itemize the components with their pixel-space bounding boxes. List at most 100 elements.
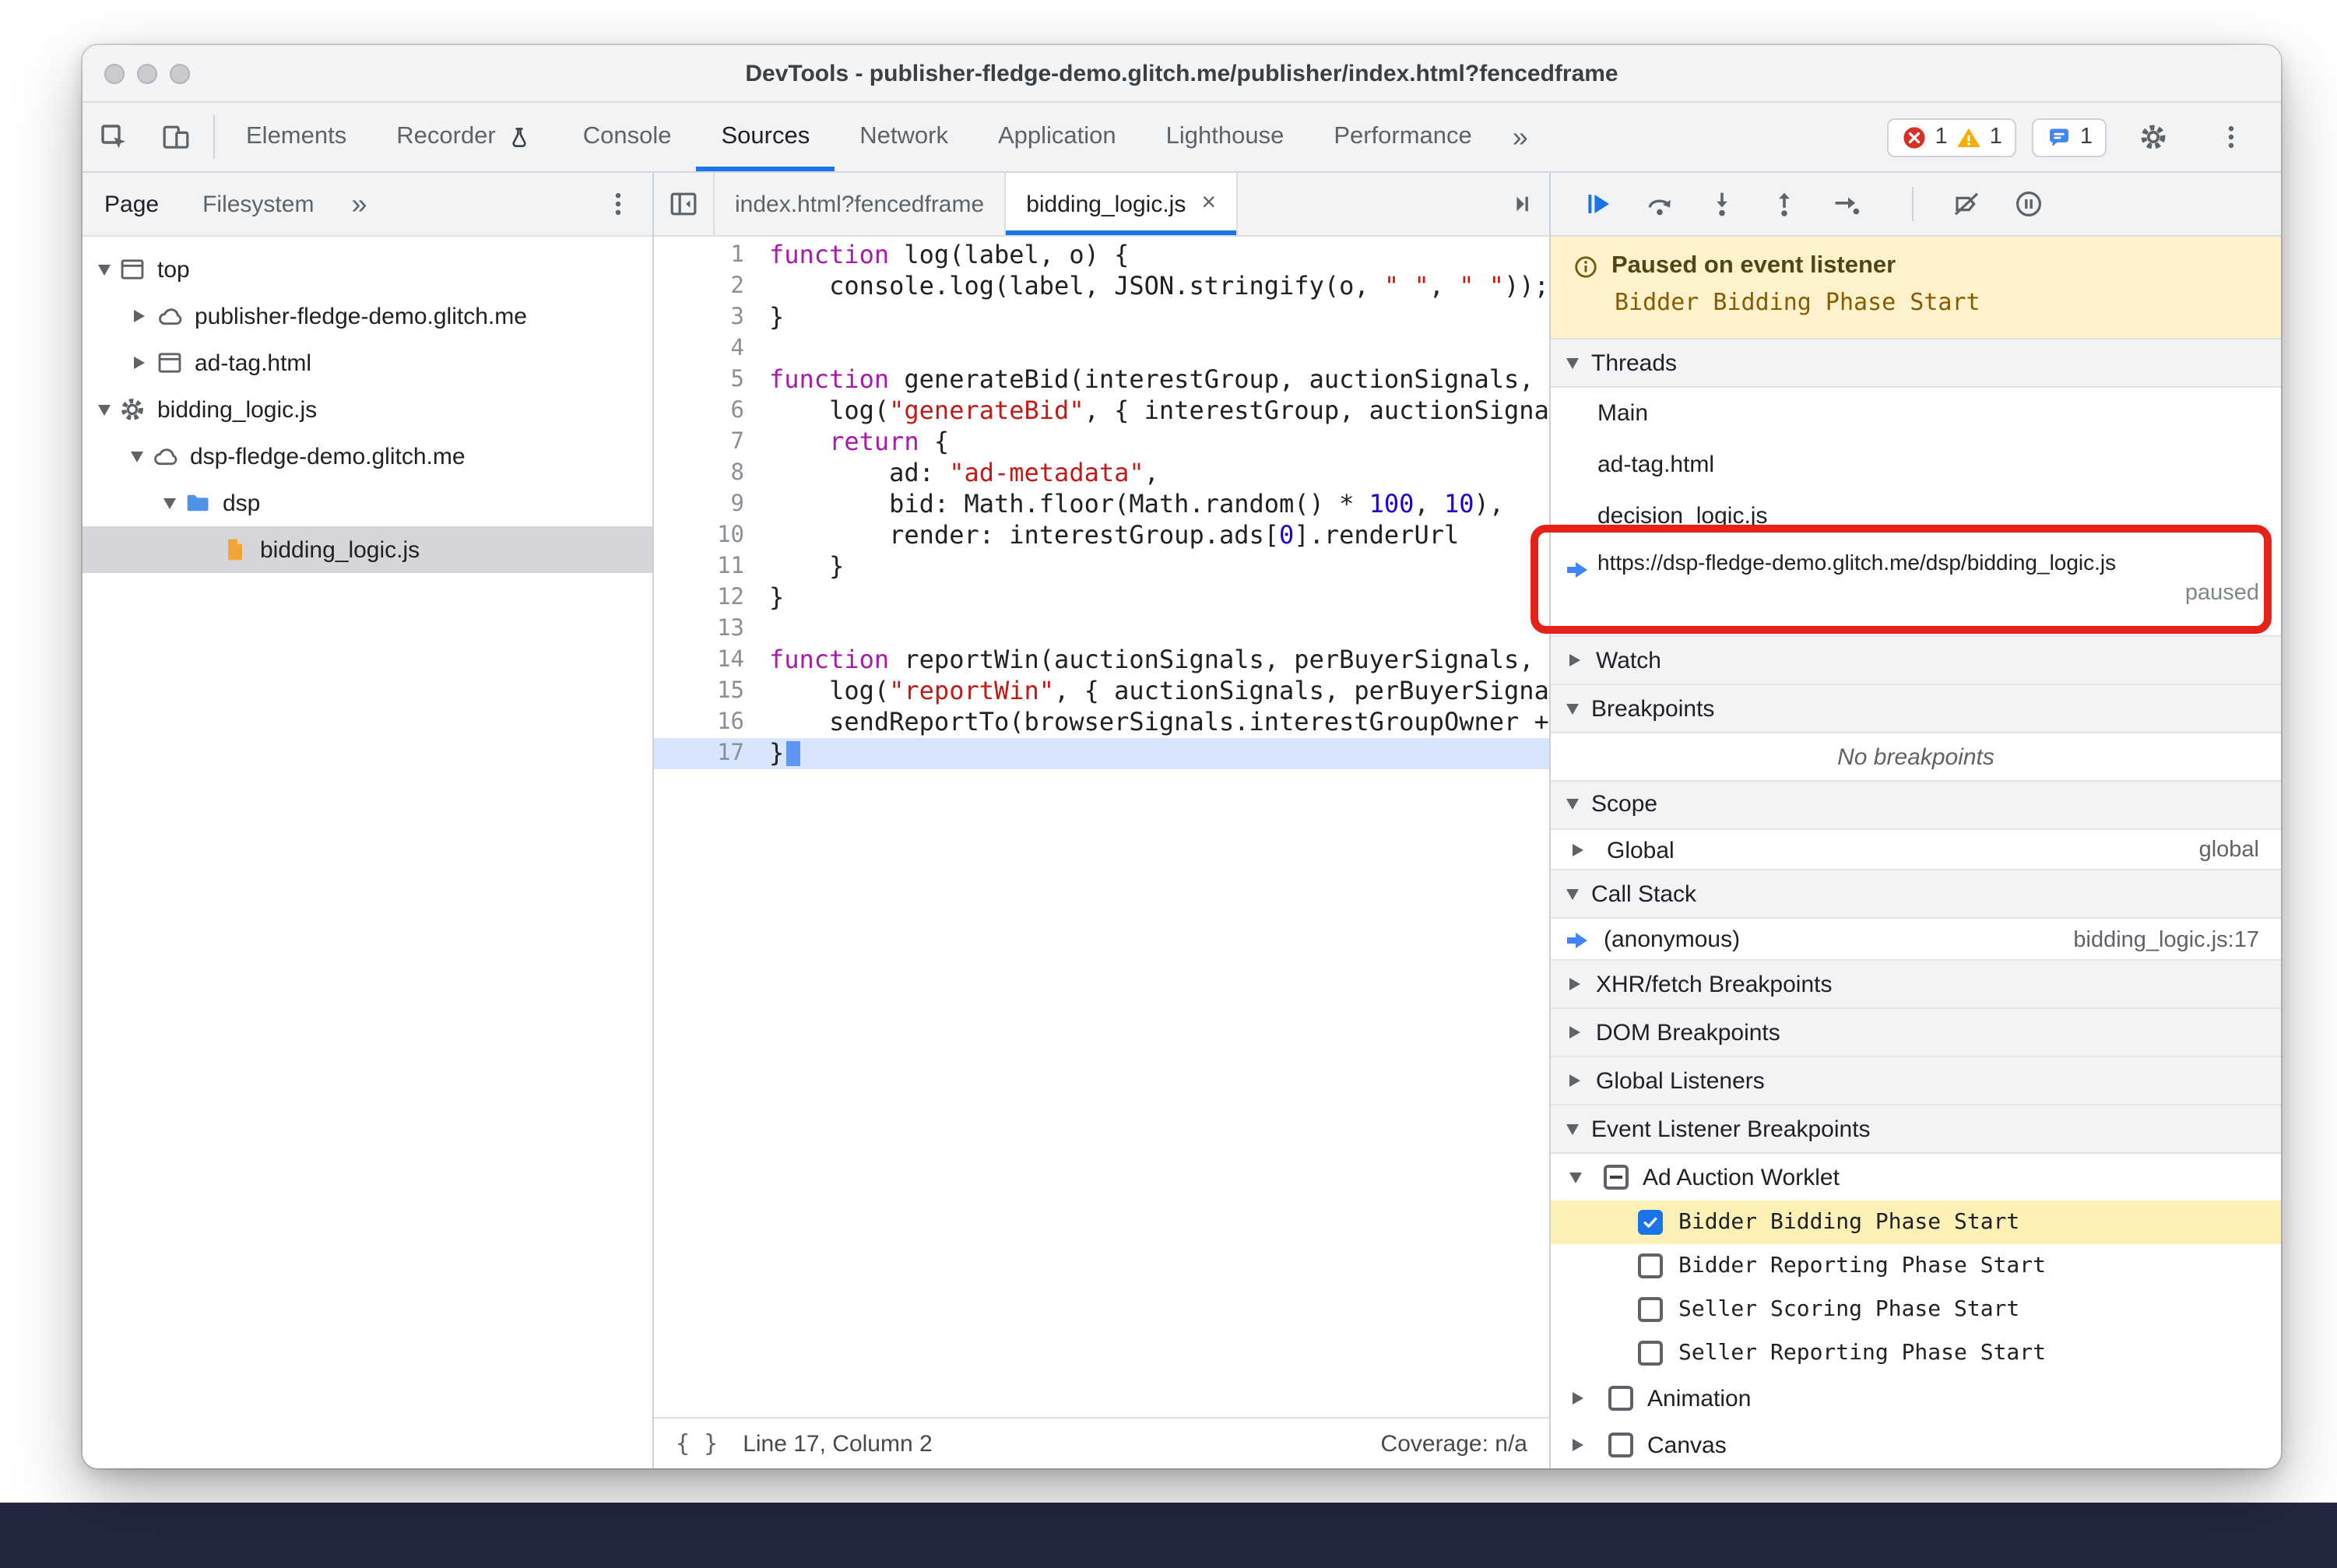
toggle-navigator-button[interactable]	[654, 173, 715, 235]
code-line-14[interactable]: 14 function reportWin(auctionSignals, per…	[654, 645, 1549, 676]
elb-group-ad-auction-worklet[interactable]: Ad Auction Worklet	[1551, 1154, 2281, 1201]
elb-group-animation[interactable]: Animation	[1551, 1375, 2281, 1422]
line-number[interactable]: 13	[654, 613, 766, 645]
code-line-15[interactable]: 15 log("reportWin", { auctionSignals, pe…	[654, 676, 1549, 707]
navigator-tab-page[interactable]: Page	[83, 173, 181, 235]
code-line-8[interactable]: 8 ad: "ad-metadata",	[654, 458, 1549, 489]
tree-item-dsp[interactable]: dsp	[83, 480, 652, 526]
disclosure-closed-icon[interactable]	[134, 310, 145, 322]
checkbox-ad-auction-worklet[interactable]	[1604, 1165, 1629, 1190]
line-number[interactable]: 1	[654, 240, 766, 271]
close-window-button[interactable]	[104, 63, 125, 83]
line-number[interactable]: 10	[654, 520, 766, 551]
elb-event-bidder-bidding-phase-start[interactable]: Bidder Bidding Phase Start	[1551, 1201, 2281, 1244]
navigator-overflow-tabs-button[interactable]: »	[336, 173, 382, 235]
disclosure-open-icon[interactable]	[98, 264, 111, 275]
code-line-4[interactable]: 4	[654, 333, 1549, 364]
step-over-button[interactable]	[1629, 178, 1691, 230]
close-tab-icon[interactable]: ×	[1201, 191, 1216, 216]
disclosure-closed-icon[interactable]	[1573, 1439, 1583, 1451]
elb-event-seller-reporting-phase-start[interactable]: Seller Reporting Phase Start	[1551, 1331, 2281, 1375]
tab-performance[interactable]: Performance	[1309, 103, 1496, 171]
code-line-2[interactable]: 2 console.log(label, JSON.stringify(o, "…	[654, 271, 1549, 302]
scope-section-header[interactable]: Scope	[1551, 779, 2281, 830]
tree-item-bidding-logic-js[interactable]: bidding_logic.js	[83, 386, 652, 433]
code-line-16[interactable]: 16 sendReportTo(browserSignals.interestG…	[654, 707, 1549, 738]
thread-item-main[interactable]: Main	[1551, 388, 2281, 439]
thread-item-https-dsp-fledge-demo-glitch-me-dsp-bidding-logi[interactable]: https://dsp-fledge-demo.glitch.me/dsp/bi…	[1551, 542, 2281, 637]
pause-on-exceptions-button[interactable]	[1998, 178, 2060, 230]
navigator-more-menu-button[interactable]	[584, 173, 652, 235]
call-stack-section-header[interactable]: Call Stack	[1551, 869, 2281, 919]
line-number[interactable]: 12	[654, 582, 766, 613]
line-number[interactable]: 11	[654, 551, 766, 582]
code-line-10[interactable]: 10 render: interestGroup.ads[0].renderUr…	[654, 520, 1549, 551]
call-stack-frame-row[interactable]: (anonymous) bidding_logic.js:17	[1551, 919, 2281, 961]
dom-breakpoints-section-header[interactable]: DOM Breakpoints	[1551, 1007, 2281, 1057]
xhr-breakpoints-section-header[interactable]: XHR/fetch Breakpoints	[1551, 959, 2281, 1009]
more-panels-button[interactable]: »	[1497, 103, 1544, 171]
tab-lighthouse[interactable]: Lighthouse	[1141, 103, 1309, 171]
tab-application[interactable]: Application	[973, 103, 1141, 171]
thread-item-ad-tag-html[interactable]: ad-tag.html	[1551, 439, 2281, 490]
disclosure-closed-icon[interactable]	[1573, 1392, 1583, 1405]
code-line-13[interactable]: 13	[654, 613, 1549, 645]
code-line-3[interactable]: 3}	[654, 302, 1549, 333]
global-listeners-section-header[interactable]: Global Listeners	[1551, 1056, 2281, 1106]
code-line-11[interactable]: 11 }	[654, 551, 1549, 582]
code-editor[interactable]: 1 function log(label, o) {2 console.log(l…	[654, 237, 1549, 1417]
settings-button[interactable]	[2122, 121, 2184, 153]
line-number[interactable]: 5	[654, 364, 766, 396]
code-line-12[interactable]: 12}	[654, 582, 1549, 613]
line-number[interactable]: 14	[654, 645, 766, 676]
tab-recorder[interactable]: Recorder	[371, 103, 558, 171]
editor-tab-index-html-fencedframe[interactable]: index.html?fencedframe	[715, 173, 1007, 235]
thread-item-decision-logic-js[interactable]: decision_logic.js	[1551, 490, 2281, 542]
line-number[interactable]: 2	[654, 271, 766, 302]
main-menu-button[interactable]	[2200, 121, 2262, 153]
editor-tab-options-button[interactable]	[1493, 173, 1549, 235]
disclosure-open-icon[interactable]	[163, 497, 176, 508]
step-button[interactable]	[1815, 178, 1878, 230]
checkbox-seller-reporting-phase-start[interactable]	[1638, 1341, 1663, 1366]
tab-network[interactable]: Network	[835, 103, 973, 171]
line-number[interactable]: 6	[654, 396, 766, 427]
issues-button[interactable]: 1	[2031, 118, 2107, 156]
tree-item-bidding-logic-js[interactable]: bidding_logic.js	[83, 526, 652, 573]
tree-item-publisher-fledge-demo-glitch-me[interactable]: publisher-fledge-demo.glitch.me	[83, 293, 652, 339]
code-line-6[interactable]: 6 log("generateBid", { interestGroup, au…	[654, 396, 1549, 427]
code-line-5[interactable]: 5 function generateBid(interestGroup, auc…	[654, 364, 1549, 396]
navigator-tab-filesystem[interactable]: Filesystem	[181, 173, 336, 235]
line-number[interactable]: 8	[654, 458, 766, 489]
checkbox-canvas[interactable]	[1608, 1433, 1633, 1457]
breakpoints-section-header[interactable]: Breakpoints	[1551, 684, 2281, 733]
elb-group-canvas[interactable]: Canvas	[1551, 1422, 2281, 1468]
deactivate-breakpoints-button[interactable]	[1935, 178, 1998, 230]
line-number[interactable]: 3	[654, 302, 766, 333]
pretty-print-button[interactable]: { }	[676, 1429, 718, 1457]
tab-elements[interactable]: Elements	[221, 103, 371, 171]
inspect-element-button[interactable]	[83, 103, 145, 171]
watch-section-header[interactable]: Watch	[1551, 635, 2281, 685]
disclosure-open-icon[interactable]	[98, 404, 111, 415]
minimize-window-button[interactable]	[137, 63, 157, 83]
code-line-9[interactable]: 9 bid: Math.floor(Math.random() * 100, 1…	[654, 489, 1549, 520]
line-number[interactable]: 15	[654, 676, 766, 707]
tab-console[interactable]: Console	[558, 103, 697, 171]
line-number[interactable]: 17	[654, 738, 766, 769]
disclosure-closed-icon[interactable]	[134, 357, 145, 369]
line-number[interactable]: 16	[654, 707, 766, 738]
threads-section-header[interactable]: Threads	[1551, 338, 2281, 388]
line-number[interactable]: 7	[654, 427, 766, 458]
event-listener-breakpoints-section-header[interactable]: Event Listener Breakpoints	[1551, 1104, 2281, 1154]
elb-event-seller-scoring-phase-start[interactable]: Seller Scoring Phase Start	[1551, 1288, 2281, 1331]
elb-event-bidder-reporting-phase-start[interactable]: Bidder Reporting Phase Start	[1551, 1244, 2281, 1288]
resume-button[interactable]	[1566, 178, 1629, 230]
step-out-button[interactable]	[1753, 178, 1815, 230]
code-line-1[interactable]: 1 function log(label, o) {	[654, 240, 1549, 271]
checkbox-animation[interactable]	[1608, 1386, 1633, 1411]
zoom-window-button[interactable]	[170, 63, 190, 83]
checkbox-seller-scoring-phase-start[interactable]	[1638, 1297, 1663, 1322]
code-line-7[interactable]: 7 return {	[654, 427, 1549, 458]
disclosure-open-icon[interactable]	[1569, 1172, 1582, 1183]
